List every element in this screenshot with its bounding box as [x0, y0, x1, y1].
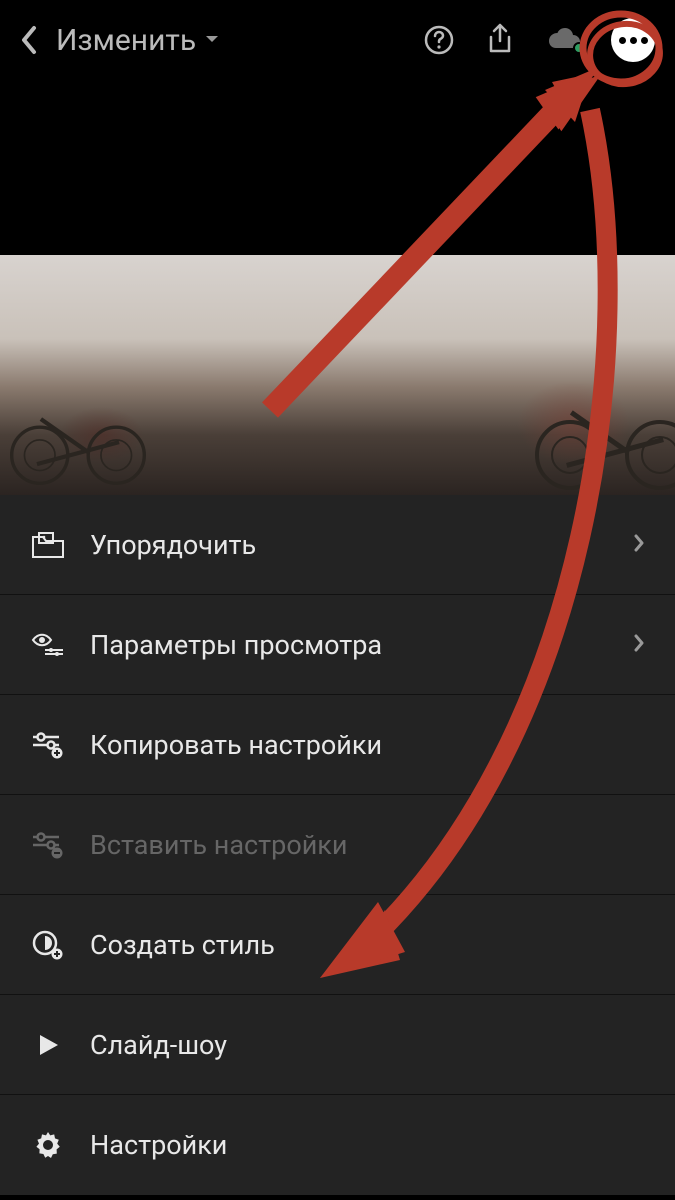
- menu-item-label: Вставить настройки: [90, 829, 645, 861]
- help-icon: [423, 24, 455, 56]
- menu-item-create-preset[interactable]: Создать стиль: [0, 895, 675, 995]
- chevron-right-icon: [633, 633, 645, 657]
- gear-icon: [30, 1130, 66, 1160]
- menu-item-settings[interactable]: Настройки: [0, 1095, 675, 1195]
- menu-item-slideshow[interactable]: Слайд-шоу: [0, 995, 675, 1095]
- menu-item-view-options[interactable]: Параметры просмотра: [0, 595, 675, 695]
- menu-item-label: Создать стиль: [90, 929, 645, 961]
- context-menu: Упорядочить Параметры просмотра Копирова…: [0, 495, 675, 1195]
- share-icon: [485, 23, 515, 57]
- help-button[interactable]: [423, 24, 455, 56]
- chevron-left-icon: [20, 25, 38, 55]
- photo-preview[interactable]: [0, 255, 675, 495]
- menu-item-copy-settings[interactable]: Копировать настройки: [0, 695, 675, 795]
- more-icon-dot: [630, 37, 637, 44]
- more-button[interactable]: [611, 18, 655, 62]
- share-button[interactable]: [485, 23, 515, 57]
- title-dropdown[interactable]: Изменить: [56, 23, 405, 58]
- eye-settings-icon: [30, 632, 66, 658]
- more-icon-dot: [619, 37, 626, 44]
- page-title: Изменить: [56, 23, 196, 58]
- back-button[interactable]: [20, 25, 38, 55]
- menu-item-label: Настройки: [90, 1129, 645, 1161]
- spacer: [0, 80, 675, 255]
- sliders-minus-icon: [30, 831, 66, 859]
- menu-item-label: Упорядочить: [90, 529, 609, 561]
- more-icon-dot: [641, 37, 648, 44]
- menu-item-organize[interactable]: Упорядочить: [0, 495, 675, 595]
- preset-add-icon: [30, 930, 66, 960]
- sliders-plus-icon: [30, 731, 66, 759]
- folder-image-icon: [30, 531, 66, 559]
- top-bar: Изменить: [0, 0, 675, 80]
- cloud-status-button[interactable]: [545, 28, 581, 52]
- menu-item-label: Параметры просмотра: [90, 629, 609, 661]
- menu-item-label: Копировать настройки: [90, 729, 645, 761]
- menu-item-paste-settings: Вставить настройки: [0, 795, 675, 895]
- menu-item-label: Слайд-шоу: [90, 1029, 645, 1061]
- chevron-right-icon: [633, 533, 645, 557]
- play-icon: [30, 1031, 66, 1059]
- top-actions: [423, 18, 655, 62]
- status-dot-icon: [573, 42, 585, 54]
- caret-down-icon: [204, 32, 220, 48]
